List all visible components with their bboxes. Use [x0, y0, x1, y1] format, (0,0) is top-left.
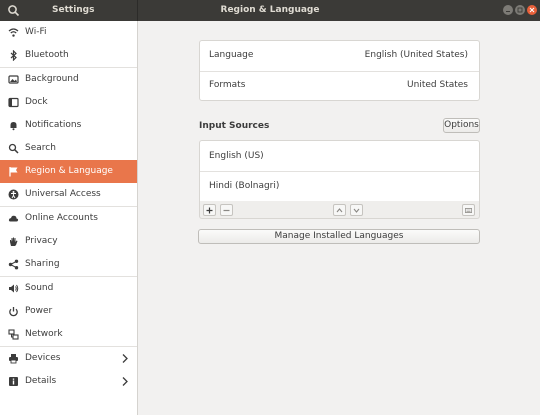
sidebar-item-label: Privacy	[25, 236, 58, 246]
formats-label: Formats	[209, 80, 246, 90]
sidebar-item-online-accounts[interactable]: Online Accounts	[0, 207, 137, 230]
network-icon	[8, 329, 19, 340]
background-icon	[8, 74, 19, 85]
sidebar-item-network[interactable]: Network	[0, 323, 137, 346]
sidebar-item-label: Bluetooth	[25, 50, 69, 60]
formats-value: United States	[407, 80, 468, 90]
sidebar-item-label: Dock	[25, 97, 48, 107]
chevron-right-icon	[121, 353, 129, 364]
remove-input-source-button[interactable]	[220, 204, 233, 216]
input-source-row[interactable]: Hindi (Bolnagri)	[199, 171, 480, 202]
info-icon	[8, 376, 19, 387]
sidebar-item-dock[interactable]: Dock	[0, 91, 137, 114]
speaker-icon	[8, 283, 19, 294]
sidebar-item-region-language[interactable]: Region & Language	[0, 160, 137, 183]
sidebar-item-label: Universal Access	[25, 189, 101, 199]
printer-icon	[8, 353, 19, 364]
sidebar-item-sound[interactable]: Sound	[0, 277, 137, 300]
close-button[interactable]	[527, 5, 537, 15]
flag-icon	[8, 166, 19, 177]
sidebar-item-label: Sound	[25, 283, 54, 293]
search-icon	[8, 143, 19, 154]
app-title: Settings	[52, 5, 95, 15]
input-sources-toolbar	[199, 201, 480, 219]
sidebar-item-label: Online Accounts	[25, 213, 98, 223]
language-label: Language	[209, 50, 254, 60]
cloud-icon	[8, 213, 19, 224]
sidebar-item-label: Details	[25, 376, 57, 386]
accessibility-icon	[8, 189, 19, 200]
add-input-source-button[interactable]	[203, 204, 216, 216]
power-icon	[8, 306, 19, 317]
options-button[interactable]: Options	[443, 118, 480, 133]
sidebar-item-label: Background	[25, 74, 79, 84]
input-sources-title: Input Sources	[199, 121, 270, 131]
sidebar-item-bluetooth[interactable]: Bluetooth	[0, 44, 137, 67]
sidebar-item-privacy[interactable]: Privacy	[0, 230, 137, 253]
move-down-button[interactable]	[350, 204, 363, 216]
bluetooth-icon	[8, 49, 19, 62]
sidebar-item-label: Network	[25, 329, 63, 339]
language-row[interactable]: Language English (United States)	[199, 40, 480, 70]
dock-icon	[8, 97, 19, 108]
sidebar-item-search[interactable]: Search	[0, 137, 137, 160]
sidebar-item-label: Notifications	[25, 120, 82, 130]
manage-installed-languages-button[interactable]: Manage Installed Languages	[198, 229, 480, 244]
sidebar-item-label: Devices	[25, 353, 61, 363]
sidebar-item-details[interactable]: Details	[0, 370, 137, 393]
input-source-label: Hindi (Bolnagri)	[209, 181, 280, 191]
formats-row[interactable]: Formats United States	[199, 71, 480, 101]
sidebar-item-power[interactable]: Power	[0, 300, 137, 323]
sidebar-item-sharing[interactable]: Sharing	[0, 253, 137, 276]
sidebar-item-devices[interactable]: Devices	[0, 347, 137, 370]
language-value: English (United States)	[364, 50, 468, 60]
move-up-button[interactable]	[333, 204, 346, 216]
input-source-label: English (US)	[209, 151, 264, 161]
keyboard-layout-button[interactable]	[462, 204, 475, 216]
maximize-button[interactable]	[515, 5, 525, 15]
header-separator	[137, 0, 138, 21]
header-bar: Settings Region & Language	[0, 0, 540, 21]
sidebar-item-label: Sharing	[25, 259, 60, 269]
sidebar-item-wifi[interactable]: Wi-Fi	[0, 21, 137, 44]
bell-icon	[8, 120, 19, 131]
sidebar-item-universal-access[interactable]: Universal Access	[0, 183, 137, 206]
sidebar: Wi-Fi Bluetooth Background Dock Notifica…	[0, 21, 138, 415]
wifi-icon	[8, 27, 19, 38]
sidebar-item-background[interactable]: Background	[0, 68, 137, 91]
sidebar-item-label: Region & Language	[25, 166, 113, 176]
sidebar-item-label: Search	[25, 143, 56, 153]
chevron-right-icon	[121, 376, 129, 387]
sidebar-item-label: Power	[25, 306, 53, 316]
sidebar-item-notifications[interactable]: Notifications	[0, 114, 137, 137]
sidebar-item-label: Wi-Fi	[25, 27, 47, 37]
minimize-button[interactable]	[503, 5, 513, 15]
input-source-row[interactable]: English (US)	[199, 140, 480, 171]
share-icon	[8, 259, 19, 270]
hand-icon	[8, 236, 19, 247]
search-icon[interactable]	[7, 4, 20, 17]
